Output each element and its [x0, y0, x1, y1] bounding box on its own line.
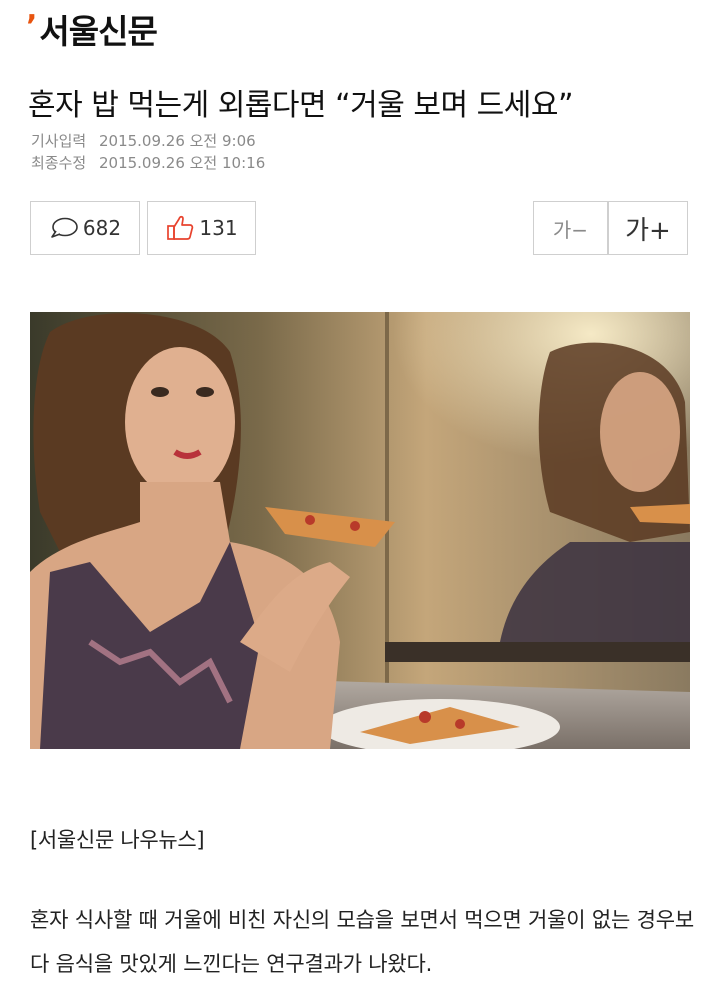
comments-button[interactable]: 682 [30, 201, 140, 255]
font-size-increase-button[interactable]: 가+ [608, 201, 688, 255]
comment-count: 682 [82, 216, 122, 240]
modified-date-value: 2015.09.26 오전 10:16 [98, 154, 266, 172]
logo-text: 서울신문 [39, 12, 157, 51]
like-count: 131 [199, 216, 238, 240]
logo-accent-mark: ’ [26, 9, 38, 44]
site-logo[interactable]: ’ 서울신문 [26, 9, 158, 51]
photo-illustration [30, 312, 690, 749]
article-modified-date-row: 최종수정 2015.09.26 오전 10:16 [31, 152, 265, 173]
thumbs-up-icon [167, 215, 194, 240]
article-byline: [서울신문 나우뉴스] [30, 828, 205, 852]
like-button[interactable]: 131 [147, 201, 256, 255]
speech-bubble-icon [51, 217, 78, 238]
article-input-date-row: 기사입력 2015.09.26 오전 9:06 [31, 130, 256, 151]
article-photo [30, 312, 690, 749]
article-body: 혼자 식사할 때 거울에 비친 자신의 모습을 보면서 먹으면 거울이 없는 경… [30, 908, 694, 976]
article-headline: 혼자 밥 먹는게 외롭다면 “거울 보며 드세요” [28, 88, 574, 123]
font-size-decrease-button[interactable]: 가− [533, 201, 608, 255]
input-date-label: 기사입력 [31, 132, 87, 150]
input-date-value: 2015.09.26 오전 9:06 [98, 132, 256, 150]
modified-date-label: 최종수정 [31, 154, 87, 172]
